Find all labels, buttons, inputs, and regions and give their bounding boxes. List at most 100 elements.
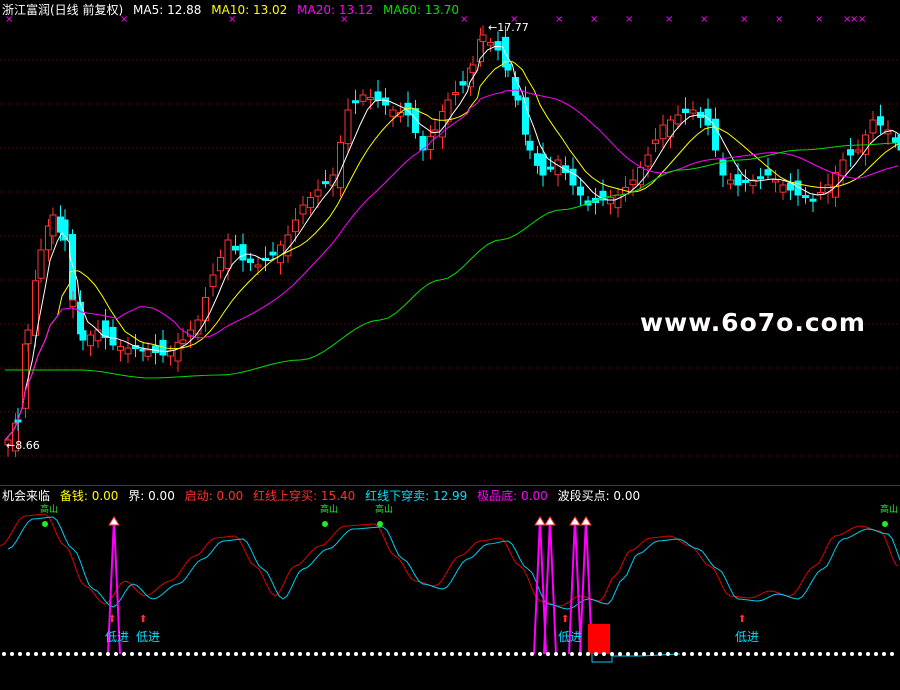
baseline-dot — [194, 652, 198, 656]
baseline-dot — [434, 652, 438, 656]
candle-body — [232, 245, 239, 251]
top-marker: × — [460, 14, 468, 25]
up-arrow-icon — [569, 516, 581, 526]
baseline-dot — [618, 652, 622, 656]
baseline-dot — [778, 652, 782, 656]
candle-body — [547, 166, 554, 170]
baseline-dot — [490, 652, 494, 656]
baseline-dot — [242, 652, 246, 656]
candle-body — [839, 159, 847, 177]
ma20-line — [4, 89, 899, 441]
baseline-dot — [530, 652, 534, 656]
candle-body — [174, 341, 182, 362]
candle-body — [514, 95, 522, 101]
candle-body — [742, 179, 749, 183]
candle-body — [269, 251, 277, 256]
baseline-dot — [570, 652, 574, 656]
candle-body — [314, 189, 322, 197]
baseline-dot — [818, 652, 822, 656]
baseline-dot — [146, 652, 150, 656]
up-arrow-icon — [108, 516, 120, 526]
baseline-dot — [506, 652, 510, 656]
baseline-dot — [722, 652, 726, 656]
baseline-dot — [458, 652, 462, 656]
red-block — [588, 624, 610, 654]
candle-body — [69, 234, 76, 300]
indicator-chart[interactable]: 高山 高山 高山 高山 ⬆ 低进 ⬆ 低进 ⬆ 低进 ⬆ 低进 — [0, 486, 900, 690]
spike-signal — [543, 518, 557, 655]
baseline-dot — [82, 652, 86, 656]
baseline-dot — [802, 652, 806, 656]
watermark: www.6o7o.com — [640, 308, 866, 337]
candle-body — [87, 334, 94, 347]
candle-body — [209, 274, 217, 288]
baseline-dot — [794, 652, 798, 656]
top-marker: × — [555, 14, 563, 25]
candle-body — [479, 34, 487, 42]
candle-body — [526, 140, 534, 151]
baseline-dot — [706, 652, 710, 656]
candle-body — [329, 174, 337, 186]
baseline-dot — [674, 652, 678, 656]
candle-body — [124, 347, 132, 355]
top-marker: × — [775, 14, 783, 25]
baseline-dot — [162, 652, 166, 656]
candle-body — [117, 346, 124, 351]
candle-body — [494, 41, 502, 51]
baseline-dot — [874, 652, 878, 656]
candle-body — [554, 159, 562, 176]
gaoshan-label: 高山 — [320, 503, 338, 515]
candle-body — [469, 64, 477, 74]
baseline-dot — [690, 652, 694, 656]
candle-body — [239, 244, 247, 261]
baseline-dot — [826, 652, 830, 656]
baseline-dot — [482, 652, 486, 656]
baseline-dot — [450, 652, 454, 656]
dijin-label: 低进 — [558, 630, 582, 644]
candle-body — [247, 258, 254, 263]
baseline-dot — [634, 652, 638, 656]
top-marker: × — [228, 14, 236, 25]
candle-body — [652, 139, 659, 145]
baseline-dot — [762, 652, 766, 656]
baseline-dot — [18, 652, 22, 656]
candle-body — [577, 186, 584, 196]
baseline-dot — [746, 652, 750, 656]
candle-body — [459, 81, 467, 86]
baseline-dot — [402, 652, 406, 656]
baseline-dot — [2, 652, 6, 656]
baseline-dot — [362, 652, 366, 656]
candle-body — [607, 197, 614, 205]
baseline-dot — [578, 652, 582, 656]
baseline-dot — [26, 652, 30, 656]
baseline-dot — [834, 652, 838, 656]
candle-body — [144, 349, 152, 357]
baseline-dot — [442, 652, 446, 656]
ma60-line — [5, 142, 899, 379]
baseline-dot — [114, 652, 118, 656]
baseline-dot — [562, 652, 566, 656]
baseline-dot — [546, 652, 550, 656]
baseline-dot — [226, 652, 230, 656]
top-marker: × — [740, 14, 748, 25]
baseline-dot — [266, 652, 270, 656]
baseline-dot — [498, 652, 502, 656]
baseline-dot — [202, 652, 206, 656]
baseline-dot — [354, 652, 358, 656]
candle-body — [614, 194, 622, 209]
baseline-dot — [466, 652, 470, 656]
dijin-label: 低进 — [136, 630, 160, 644]
candle-body — [94, 329, 102, 342]
candle-body — [344, 109, 352, 145]
baseline-dot — [842, 652, 846, 656]
high-price-label: ←17.77 — [488, 21, 529, 34]
candle-body — [487, 42, 494, 46]
up-arrow-icon — [580, 516, 592, 526]
candle-body — [367, 97, 374, 100]
baseline-dot — [394, 652, 398, 656]
top-marker: × — [625, 14, 633, 25]
top-marker: × — [5, 14, 13, 25]
candlestick-chart[interactable]: × × × × × × × × × × × × × × ×× ×←17.77←8.66 — [0, 0, 900, 485]
baseline-dot — [90, 652, 94, 656]
gaoshan-label: 高山 — [880, 503, 898, 515]
